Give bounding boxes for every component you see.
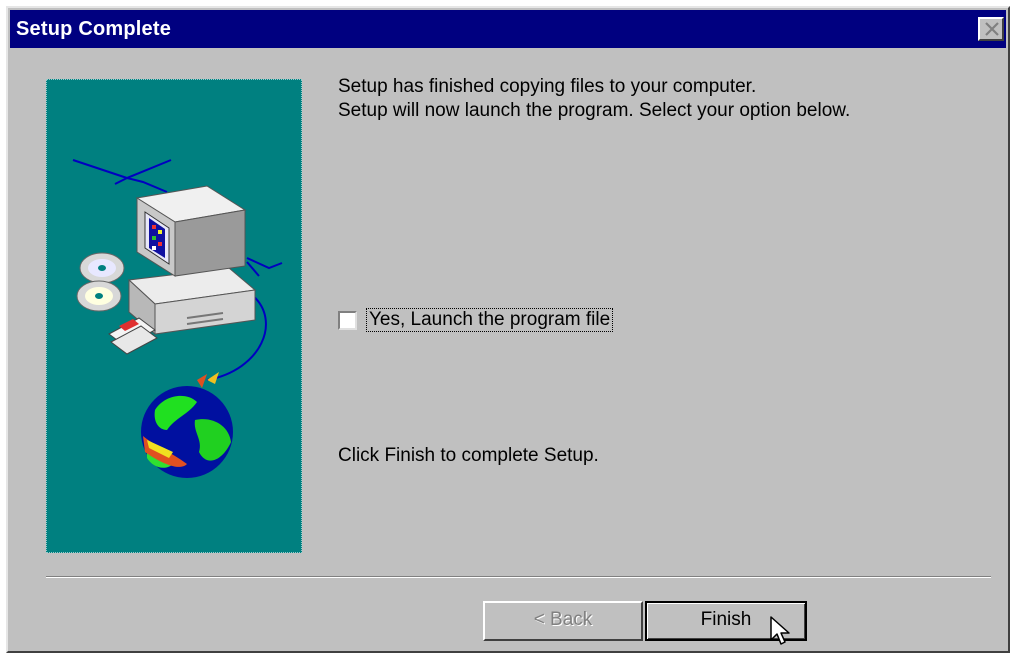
close-button[interactable]	[978, 17, 1004, 41]
mouse-pointer-icon	[770, 616, 790, 645]
globe-icon	[141, 372, 233, 478]
message-line-1: Setup has finished copying files to your…	[338, 76, 757, 97]
computer-icon	[127, 185, 257, 336]
finish-instruction: Click Finish to complete Setup.	[338, 445, 599, 466]
setup-illustration	[46, 79, 302, 553]
launch-program-checkbox[interactable]	[338, 311, 357, 330]
cd-icon	[76, 252, 125, 312]
title-bar[interactable]: Setup Complete	[10, 10, 1006, 48]
launch-program-label[interactable]: Yes, Launch the program file	[366, 308, 614, 332]
close-icon	[985, 22, 999, 36]
back-button[interactable]: < Back	[483, 601, 643, 641]
message-line-2: Setup will now launch the program. Selec…	[338, 100, 851, 121]
separator	[46, 576, 991, 578]
window-title: Setup Complete	[16, 18, 172, 40]
setup-complete-dialog: Setup Complete Setup has finished copyin…	[6, 6, 1010, 653]
